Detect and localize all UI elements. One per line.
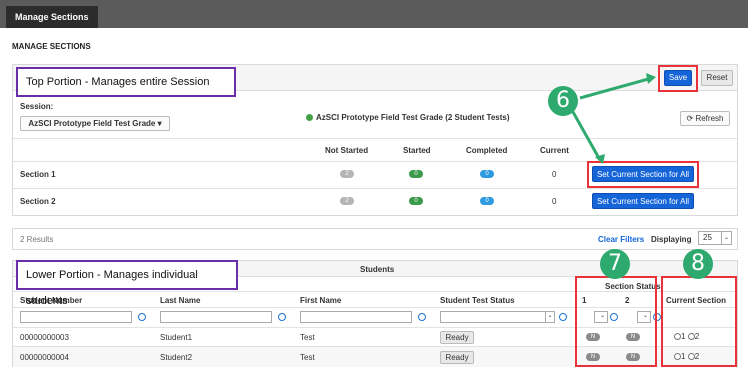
step-8-marker: 8: [683, 249, 713, 279]
arrow-to-save: [579, 76, 653, 100]
arrowhead-icon: [646, 73, 656, 84]
step-7-marker: 7: [600, 249, 630, 279]
step-6-marker: 6: [548, 86, 578, 116]
callout-arrows: [571, 73, 656, 164]
arrow-to-set-current: [571, 111, 602, 161]
